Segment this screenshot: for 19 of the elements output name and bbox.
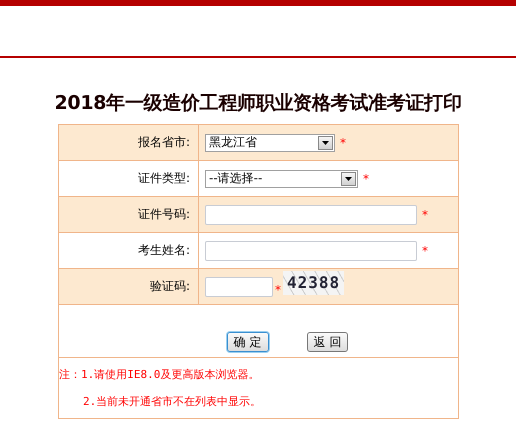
note-text: 2.当前未开通省市不在列表中显示。 xyxy=(82,394,262,409)
captcha-field[interactable] xyxy=(205,276,273,296)
input-field[interactable] xyxy=(205,240,417,260)
dropdown-field[interactable]: 黑龙江省 xyxy=(205,134,335,152)
required-mark: * xyxy=(422,244,428,256)
back-button[interactable]: 返 回 xyxy=(306,332,348,352)
caret-icon xyxy=(318,136,333,150)
field-label: 验证码: xyxy=(59,269,199,304)
required-mark: * xyxy=(275,284,281,296)
note-text: 注：1.请使用IE8.0及更高版本浏览器。 xyxy=(59,367,260,382)
required-mark: * xyxy=(422,208,428,220)
caret-icon xyxy=(341,172,356,186)
confirm-button[interactable]: 确 定 xyxy=(226,332,268,352)
dropdown-field[interactable]: --请选择-- xyxy=(205,170,358,188)
input-field[interactable] xyxy=(205,204,417,224)
captcha-image[interactable]: 42388 xyxy=(283,271,344,295)
required-mark: * xyxy=(340,136,346,148)
required-mark: * xyxy=(363,172,369,184)
page-title: 2018年一级造价工程师职业资格考试准考证打印 xyxy=(54,91,462,116)
